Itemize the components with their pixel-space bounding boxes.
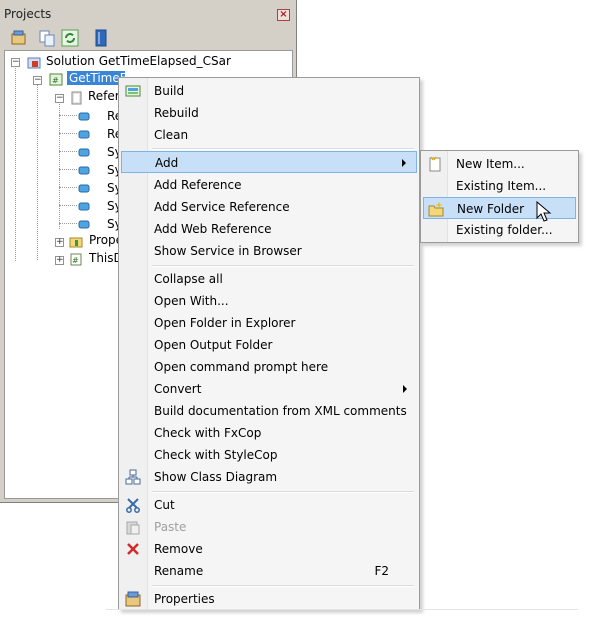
menu-item-clean[interactable]: Clean	[121, 124, 417, 146]
menu-item-add-web-reference[interactable]: Add Web Reference	[121, 218, 417, 240]
reference-icon	[77, 146, 91, 159]
class-diagram-icon	[125, 469, 141, 485]
menu-item-paste[interactable]: Paste	[121, 516, 417, 538]
project-node[interactable]: GetTimeElapsed_CS	[67, 71, 125, 85]
menu-item-collapse-all[interactable]: Collapse all	[121, 268, 417, 290]
new-folder-icon	[428, 201, 444, 217]
reference-icon	[77, 182, 91, 195]
properties-expander[interactable]: +	[55, 238, 64, 247]
build-icon	[125, 83, 141, 99]
menu-item-show-service-in-browser[interactable]: Show Service in Browser	[121, 240, 417, 262]
mouse-cursor-icon	[536, 200, 552, 223]
menu-item-add-service-reference[interactable]: Add Service Reference	[121, 196, 417, 218]
reference-icon	[77, 218, 91, 231]
submenu-item-new-item[interactable]: New Item...	[423, 153, 576, 175]
pad-toolbar	[6, 27, 291, 49]
new-item-icon	[427, 156, 443, 172]
pad-title: Projects	[4, 7, 52, 21]
reference-icon	[77, 164, 91, 177]
thisdoc-node[interactable]: ThisD	[89, 251, 121, 265]
svg-text:#: #	[52, 76, 59, 85]
copy-icon[interactable]	[38, 29, 56, 47]
close-icon[interactable]: ×	[277, 9, 290, 21]
menu-item-remove[interactable]: Remove	[121, 538, 417, 560]
menu-item-properties[interactable]: Properties	[121, 588, 417, 610]
reference-icon	[77, 200, 91, 213]
menu-item-open-with[interactable]: Open With...	[121, 290, 417, 312]
menu-item-cut[interactable]: Cut	[121, 494, 417, 516]
csharp-project-icon: #	[49, 73, 63, 86]
menu-item-add-reference[interactable]: Add Reference	[121, 174, 417, 196]
solution-expander[interactable]: −	[11, 58, 20, 67]
solution-icon	[27, 56, 41, 69]
properties-node[interactable]: Prope	[89, 233, 121, 247]
menu-item-open-folder-in-explorer[interactable]: Open Folder in Explorer	[121, 312, 417, 334]
menu-item-check-stylecop[interactable]: Check with StyleCop	[121, 444, 417, 466]
project-context-menu: Build Rebuild Clean Add Add Reference Ad…	[118, 77, 420, 610]
submenu-item-new-folder[interactable]: New Folder	[423, 197, 576, 219]
thisdoc-expander[interactable]: +	[55, 256, 64, 265]
shortcut-label: F2	[374, 564, 389, 578]
references-folder-icon	[69, 91, 83, 105]
menu-item-build-documentation[interactable]: Build documentation from XML comments	[121, 400, 417, 422]
menu-item-convert[interactable]: Convert	[121, 378, 417, 400]
cut-icon	[125, 497, 141, 513]
menu-item-add[interactable]: Add	[121, 151, 417, 173]
menu-item-build[interactable]: Build	[121, 80, 417, 102]
menu-item-rebuild[interactable]: Rebuild	[121, 102, 417, 124]
collapse-icon[interactable]	[92, 29, 110, 47]
project-expander[interactable]: −	[33, 76, 42, 85]
svg-text:#: #	[72, 256, 79, 265]
submenu-item-existing-item[interactable]: Existing Item...	[423, 175, 576, 197]
menu-item-check-fxcop[interactable]: Check with FxCop	[121, 422, 417, 444]
properties-icon	[125, 591, 141, 607]
menu-item-show-class-diagram[interactable]: Show Class Diagram	[121, 466, 417, 488]
add-submenu: New Item... Existing Item... New Folder …	[420, 150, 579, 243]
menu-item-open-output-folder[interactable]: Open Output Folder	[121, 334, 417, 356]
remove-icon	[125, 541, 141, 557]
paste-icon	[125, 519, 141, 535]
menu-item-open-command-prompt[interactable]: Open command prompt here	[121, 356, 417, 378]
reference-icon	[77, 110, 91, 123]
solution-node[interactable]: Solution GetTimeElapsed_CSar	[46, 54, 231, 68]
references-expander[interactable]: −	[55, 94, 64, 103]
references-node[interactable]: References	[88, 89, 122, 103]
submenu-item-existing-folder[interactable]: Existing folder...	[423, 219, 576, 241]
refresh-icon[interactable]	[61, 29, 79, 47]
menu-item-rename[interactable]: Rename F2	[121, 560, 417, 582]
submenu-arrow-icon	[403, 385, 407, 393]
reference-icon	[77, 128, 91, 141]
properties-icon[interactable]	[10, 29, 28, 47]
csharp-file-icon: #	[69, 253, 83, 266]
submenu-arrow-icon	[402, 159, 406, 167]
properties-folder-icon	[69, 235, 83, 248]
